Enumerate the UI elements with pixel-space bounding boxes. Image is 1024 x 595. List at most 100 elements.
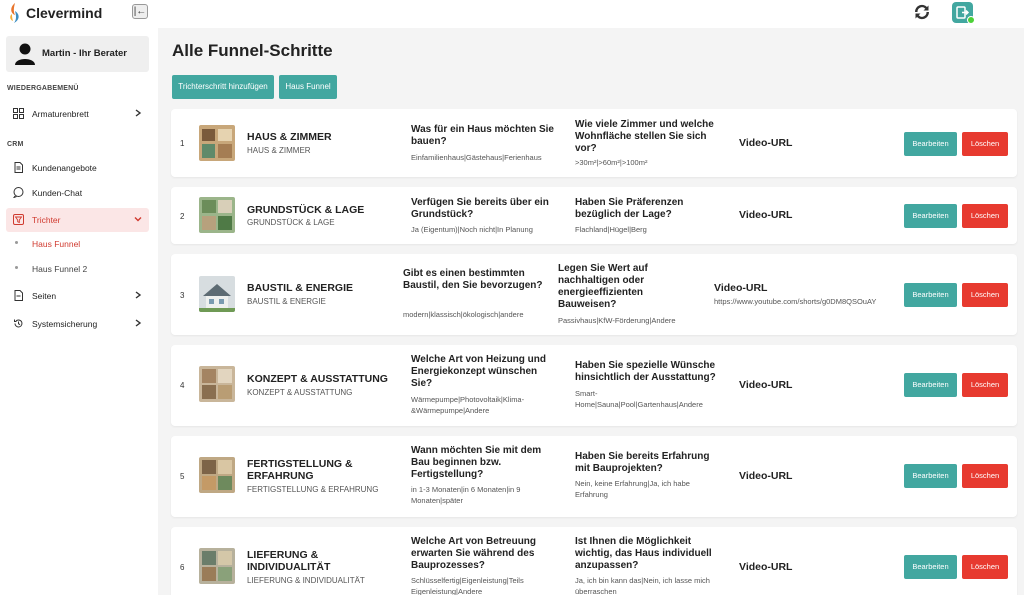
answers-1: Schlüsselfertig|Eigenleistung|Teils Eige… (411, 576, 524, 595)
sidebar-subitem-label: Haus Funnel (32, 239, 81, 249)
sidebar-subitem-label: Haus Funnel 2 (32, 264, 88, 274)
answers-1: Einfamilienhaus|Gästehaus|Ferienhaus (411, 153, 542, 162)
haus-funnel-button[interactable]: Haus Funnel (279, 75, 337, 99)
chevron-right-icon (135, 291, 142, 299)
sidebar-item-kunden-chat[interactable]: Kunden-Chat (6, 181, 149, 205)
question-1: Was für ein Haus möchten Sie bauen? (411, 124, 554, 147)
top-bar: Clevermind |← (0, 0, 1024, 28)
house-thumbnail (199, 457, 235, 493)
question-1: Gibt es einen bestimmten Baustil, den Si… (403, 268, 543, 291)
brand-name: Clevermind (26, 5, 103, 21)
sidebar-item-label: Armaturenbrett (32, 109, 89, 119)
user-avatar-icon (15, 43, 35, 65)
step-subtitle: GRUNDSTÜCK & LAGE (247, 218, 335, 227)
question-2: Haben Sie bereits Erfahrung mit Bauproje… (575, 451, 710, 474)
delete-button[interactable]: Löschen (962, 464, 1008, 488)
answers-1: Ja (Eigentum)|Noch nicht|In Planung (411, 225, 533, 234)
sidebar-subitem-haus-funnel-2[interactable]: Haus Funnel 2 (6, 258, 149, 278)
question-1: Verfügen Sie bereits über ein Grundstück… (411, 197, 549, 220)
house-thumbnail (199, 548, 235, 584)
question-2: Ist Ihnen die Möglichkeit wichtig, das H… (575, 536, 712, 571)
edit-button[interactable]: Bearbeiten (904, 464, 957, 488)
delete-button[interactable]: Löschen (962, 204, 1008, 228)
sidebar-item-kundenangebote[interactable]: Kundenangebote (6, 156, 149, 180)
question-2: Wie viele Zimmer und welche Wohnfläche s… (575, 119, 714, 154)
table-row: 6 LIEFERUNG & INDIVIDUALITÄT LIEFERUNG &… (171, 527, 1017, 595)
chevron-right-icon (135, 319, 142, 327)
house-thumbnail (199, 366, 235, 402)
step-subtitle: FERTIGSTELLUNG & ERFAHRUNG (247, 485, 379, 494)
answers-2: Smart-Home|Sauna|Pool|Gartenhaus|Andere (575, 389, 703, 409)
table-row: 4 KONZEPT & AUSSTATTUNG KONZEPT & AUSSTA… (171, 345, 1017, 426)
row-number: 2 (180, 212, 185, 221)
sidebar-item-seiten[interactable]: Seiten (6, 284, 149, 308)
video-url-label: Video-URL (739, 561, 793, 573)
delete-button[interactable]: Löschen (962, 132, 1008, 156)
sidebar-item-label: Systemsicherung (32, 319, 98, 329)
bullet-dot (15, 241, 18, 244)
sidebar-item-armaturenbrett[interactable]: Armaturenbrett (6, 102, 149, 126)
dashboard-icon (13, 108, 24, 119)
chevron-right-icon (135, 109, 142, 117)
edit-button[interactable]: Bearbeiten (904, 283, 957, 307)
online-status-dot (967, 16, 975, 24)
answers-2: Passivhaus|KfW-Förderung|Andere (558, 316, 676, 325)
question-2: Legen Sie Wert auf nachhaltigen oder ene… (558, 263, 648, 310)
bullet-dot (15, 266, 18, 269)
table-row: 5 FERTIGSTELLUNG & ERFAHRUNG FERTIGSTELL… (171, 436, 1017, 517)
sidebar-item-systemsicherung[interactable]: Systemsicherung (6, 312, 149, 336)
user-name: Martin - Ihr Berater (42, 48, 127, 59)
chat-icon (13, 187, 24, 198)
house-thumbnail (199, 276, 235, 312)
answers-2: Nein, keine Erfahrung|Ja, ich habe Erfah… (575, 479, 690, 499)
page-icon (14, 290, 23, 301)
page-title: Alle Funnel-Schritte (172, 41, 333, 60)
sidebar-item-label: Seiten (32, 291, 57, 301)
video-url-label: Video-URL (739, 137, 793, 149)
step-subtitle: LIEFERUNG & INDIVIDUALITÄT (247, 576, 365, 585)
edit-button[interactable]: Bearbeiten (904, 132, 957, 156)
question-1: Welche Art von Betreuung erwarten Sie wä… (411, 536, 537, 571)
answers-1: modern|klassisch|ökologisch|andere (403, 310, 524, 319)
video-url[interactable]: https://www.youtube.com/shorts/g0DM8QSOu… (714, 297, 876, 306)
step-name: HAUS & ZIMMER (247, 131, 332, 143)
sync-icon[interactable] (910, 0, 934, 24)
row-number: 5 (180, 472, 185, 481)
delete-button[interactable]: Löschen (962, 555, 1008, 579)
answers-1: Wärmepumpe|Photovoltaik|Klima-&Wärmepump… (411, 395, 525, 415)
sidebar: Martin - Ihr Berater WIEDERGABEMENÜ Arma… (0, 28, 158, 595)
step-subtitle: KONZEPT & AUSSTATTUNG (247, 388, 353, 397)
sidebar-collapse-button[interactable]: |← (132, 4, 148, 19)
delete-button[interactable]: Löschen (962, 283, 1008, 307)
backup-icon (14, 319, 23, 328)
row-number: 3 (180, 291, 185, 300)
table-row: 3 BAUSTIL & ENERGIE BAUSTIL & ENERGIE Gi… (171, 254, 1017, 335)
question-2: Haben Sie spezielle Wünsche hinsichtlich… (575, 360, 716, 383)
sidebar-item-trichter[interactable]: Trichter (6, 208, 149, 232)
answers-1: in 1-3 Monaten|in 6 Monaten|in 9 Monaten… (411, 485, 521, 505)
sidebar-subitem-haus-funnel[interactable]: Haus Funnel (6, 233, 149, 253)
step-name: FERTIGSTELLUNG & ERFAHRUNG (247, 458, 353, 482)
answers-2: >30m²|>60m²|>100m² (575, 158, 648, 167)
section-label-crm: CRM (7, 141, 24, 148)
add-funnel-step-button[interactable]: Trichterschritt hinzufügen (172, 75, 274, 99)
question-1: Wann möchten Sie mit dem Bau beginnen bz… (411, 445, 542, 480)
question-1: Welche Art von Heizung und Energiekonzep… (411, 354, 547, 389)
user-card[interactable]: Martin - Ihr Berater (6, 36, 149, 72)
row-number: 1 (180, 139, 185, 148)
edit-button[interactable]: Bearbeiten (904, 373, 957, 397)
document-icon (14, 162, 23, 173)
edit-button[interactable]: Bearbeiten (904, 555, 957, 579)
table-row: 2 GRUNDSTÜCK & LAGE GRUNDSTÜCK & LAGE Ve… (171, 187, 1017, 244)
edit-button[interactable]: Bearbeiten (904, 204, 957, 228)
row-number: 4 (180, 381, 185, 390)
video-url-label: Video-URL (714, 282, 768, 294)
table-row: 1 HAUS & ZIMMER HAUS & ZIMMER Was für ei… (171, 109, 1017, 177)
answers-2: Flachland|Hügel|Berg (575, 225, 647, 234)
sidebar-item-label: Trichter (32, 215, 61, 225)
sidebar-item-label: Kunden-Chat (32, 188, 83, 198)
delete-button[interactable]: Löschen (962, 373, 1008, 397)
step-subtitle: HAUS & ZIMMER (247, 146, 311, 155)
house-thumbnail (199, 125, 235, 161)
step-name: LIEFERUNG & INDIVIDUALITÄT (247, 549, 331, 573)
